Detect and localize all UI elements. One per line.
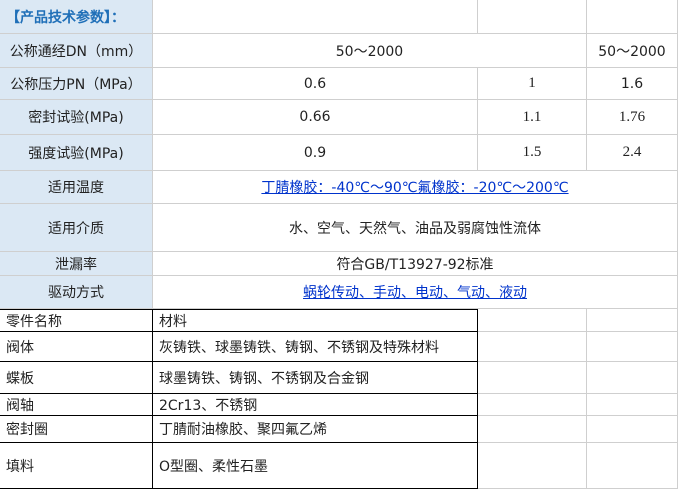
part-material: 2Cr13、不锈钢 — [153, 394, 478, 416]
empty-cell — [587, 309, 678, 332]
value-dn-1: 50～2000 — [153, 34, 587, 68]
label-drive: 驱动方式 — [0, 276, 153, 309]
value-pn-1: 0.6 — [153, 68, 478, 100]
part-material: 灰铸铁、球墨铸铁、铸钢、不锈钢及特殊材料 — [153, 332, 478, 362]
label-temperature: 适用温度 — [0, 171, 153, 204]
part-name: 蝶板 — [0, 362, 153, 394]
part-name: 阀轴 — [0, 394, 153, 416]
empty-cell — [587, 0, 678, 34]
empty-cell — [478, 362, 587, 394]
value-pn-2: 1 — [478, 68, 587, 100]
label-medium: 适用介质 — [0, 204, 153, 252]
empty-cell — [587, 394, 678, 416]
value-seal-3: 1.76 — [587, 100, 678, 135]
drive-link[interactable]: 蜗轮传动、手动、电动、气动、液动 — [303, 282, 527, 302]
value-seal-1: 0.66 — [153, 100, 478, 135]
part-material: 丁腈耐油橡胶、聚四氟乙烯 — [153, 416, 478, 443]
empty-cell — [478, 0, 587, 34]
value-temperature-cell: 丁腈橡胶：-40℃～90℃氟橡胶：-20℃～200℃ — [153, 171, 678, 204]
value-leakage: 符合GB/T13927-92标准 — [153, 252, 678, 276]
empty-cell — [478, 443, 587, 489]
part-material: O型圈、柔性石墨 — [153, 443, 478, 489]
parts-header-name: 零件名称 — [0, 309, 153, 332]
empty-cell — [587, 416, 678, 443]
part-name: 阀体 — [0, 332, 153, 362]
part-material: 球墨铸铁、铸钢、不锈钢及合金钢 — [153, 362, 478, 394]
empty-cell — [478, 416, 587, 443]
empty-cell — [153, 0, 478, 34]
empty-cell — [478, 332, 587, 362]
empty-cell — [587, 362, 678, 394]
value-dn-3: 50～2000 — [587, 34, 678, 68]
value-strength-1: 0.9 — [153, 135, 478, 171]
value-medium: 水、空气、天然气、油品及弱腐蚀性流体 — [153, 204, 678, 252]
empty-cell — [587, 443, 678, 489]
part-name: 密封圈 — [0, 416, 153, 443]
value-pn-3: 1.6 — [587, 68, 678, 100]
label-leakage: 泄漏率 — [0, 252, 153, 276]
empty-cell — [478, 309, 587, 332]
value-strength-3: 2.4 — [587, 135, 678, 171]
empty-cell — [587, 332, 678, 362]
value-drive-cell: 蜗轮传动、手动、电动、气动、液动 — [153, 276, 678, 309]
label-seal-test: 密封试验(MPa) — [0, 100, 153, 135]
parts-header-material: 材料 — [153, 309, 478, 332]
section-title: 【产品技术参数】： — [6, 9, 125, 26]
label-pn: 公称压力PN（MPa） — [0, 68, 153, 100]
spec-table: 【产品技术参数】： 公称通经DN（mm） 50～2000 50～2000 公称压… — [0, 0, 678, 489]
title-cell: 【产品技术参数】： — [0, 0, 153, 34]
part-name: 填料 — [0, 443, 153, 489]
value-seal-2: 1.1 — [478, 100, 587, 135]
empty-cell — [478, 394, 587, 416]
label-strength-test: 强度试验(MPa) — [0, 135, 153, 171]
value-strength-2: 1.5 — [478, 135, 587, 171]
temperature-link[interactable]: 丁腈橡胶：-40℃～90℃氟橡胶：-20℃～200℃ — [261, 177, 568, 197]
label-dn: 公称通经DN（mm） — [0, 34, 153, 68]
